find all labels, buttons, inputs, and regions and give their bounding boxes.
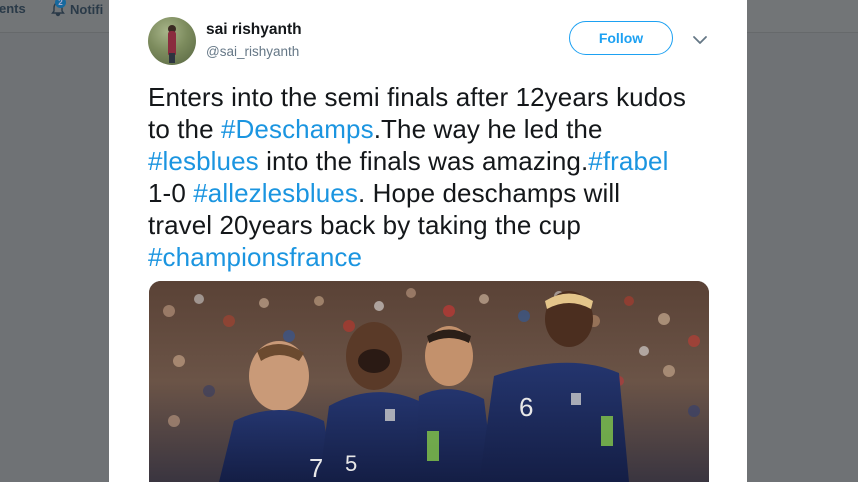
bell-icon: 2 <box>50 0 66 17</box>
author-handle[interactable]: @sai_rishyanth <box>206 44 299 59</box>
tweet-text-line: Enters into the semi finals after 12year… <box>148 81 738 113</box>
nav-notifications-tab[interactable]: 2 Notifi <box>50 0 104 17</box>
follow-button[interactable]: Follow <box>569 21 673 55</box>
hashtag-link[interactable]: #allezlesblues <box>193 178 358 208</box>
nav-notifications-label: Notifi <box>70 1 104 17</box>
jersey-number-6: 6 <box>519 392 533 422</box>
tweet-photo[interactable]: 7 5 6 <box>149 281 709 482</box>
tweet-text-line: to the #Deschamps.The way he led the <box>148 113 738 145</box>
tweet-text-line: 1-0 #allezlesblues. Hope deschamps will <box>148 177 738 209</box>
nav-moments-tab[interactable]: ents <box>0 1 26 16</box>
tweet-text-segment: Enters into the semi finals after 12year… <box>148 82 686 112</box>
tweet-text-line: #championsfrance <box>148 241 738 273</box>
photo-scene: 7 5 6 <box>149 281 709 482</box>
avatar[interactable] <box>148 17 196 65</box>
tweet-text-segment: to the <box>148 114 221 144</box>
hashtag-link[interactable]: #lesblues <box>148 146 259 176</box>
tweet-text-segment: 1-0 <box>148 178 194 208</box>
tweet-text-segment: . Hope deschamps will <box>357 178 621 208</box>
jersey-number-5: 5 <box>345 451 357 476</box>
tweet-text-segment: travel 20years back by taking the cup <box>148 210 581 240</box>
hashtag-link[interactable]: #championsfrance <box>148 242 362 272</box>
tweet-text-line: travel 20years back by taking the cup <box>148 209 738 241</box>
tweet-text-line: #lesblues into the finals was amazing.#f… <box>148 145 738 177</box>
hashtag-link[interactable]: #Deschamps <box>221 114 374 144</box>
author-display-name[interactable]: sai rishyanth <box>206 21 302 39</box>
chevron-down-icon[interactable] <box>692 33 708 45</box>
avatar-person-body <box>168 31 176 55</box>
tweet-card: sai rishyanth @sai_rishyanth Follow Ente… <box>109 0 747 482</box>
tweet-text-segment: into the finals was amazing. <box>258 146 589 176</box>
tweet-text-segment: .The way he led the <box>373 114 603 144</box>
hashtag-link[interactable]: #frabel <box>588 146 668 176</box>
avatar-person-legs <box>169 53 175 63</box>
tweet-text: Enters into the semi finals after 12year… <box>148 81 738 273</box>
